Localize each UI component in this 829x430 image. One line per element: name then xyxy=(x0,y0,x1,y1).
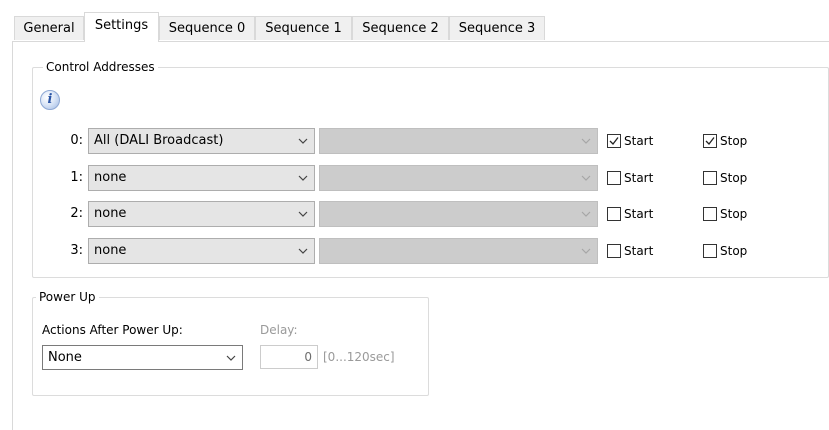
row-2-start-checkbox[interactable] xyxy=(607,207,621,221)
chevron-down-icon xyxy=(298,175,308,181)
row-1-start-checkbox[interactable] xyxy=(607,171,621,185)
delay-range-hint: [0...120sec] xyxy=(323,350,395,364)
row-3-address-value: none xyxy=(94,243,127,258)
chevron-down-icon xyxy=(298,211,308,217)
row-0-stop-checkbox[interactable] xyxy=(703,134,717,148)
chevron-down-icon xyxy=(581,175,591,181)
tab-strip: General Settings Sequence 0 Sequence 1 S… xyxy=(0,0,829,42)
tab-settings[interactable]: Settings xyxy=(84,12,159,42)
row-0-start-label: Start xyxy=(624,134,654,148)
row-1-stop-checkbox[interactable] xyxy=(703,171,717,185)
chevron-down-icon xyxy=(298,248,308,254)
row-1-address-value: none xyxy=(94,170,127,185)
tab-sequence-1[interactable]: Sequence 1 xyxy=(255,16,352,40)
row-3-stop-checkbox[interactable] xyxy=(703,244,717,258)
chevron-down-icon xyxy=(226,355,236,361)
chevron-down-icon xyxy=(581,211,591,217)
delay-label: Delay: xyxy=(260,323,298,337)
row-2-stop-label: Stop xyxy=(720,207,748,221)
row-0-address-value: All (DALI Broadcast) xyxy=(94,133,224,148)
checkmark-icon xyxy=(705,137,715,145)
row-1-secondary-select xyxy=(319,165,598,191)
chevron-down-icon xyxy=(581,248,591,254)
row-0-index: 0: xyxy=(70,133,83,148)
power-up-title: Power Up xyxy=(36,290,99,304)
row-2-start-label: Start xyxy=(624,207,654,221)
row-2-address-value: none xyxy=(94,206,127,221)
row-2-secondary-select xyxy=(319,201,598,227)
chevron-down-icon xyxy=(298,138,308,144)
tab-general[interactable]: General xyxy=(14,16,84,40)
row-1-index: 1: xyxy=(70,170,83,185)
row-0-stop-label: Stop xyxy=(720,134,748,148)
chevron-down-icon xyxy=(581,138,591,144)
row-0-address-select[interactable]: All (DALI Broadcast) xyxy=(88,128,315,154)
info-icon[interactable]: i xyxy=(40,90,60,110)
actions-after-power-up-select[interactable]: None xyxy=(42,345,243,370)
tab-sequence-2[interactable]: Sequence 2 xyxy=(352,16,449,40)
row-3-start-checkbox[interactable] xyxy=(607,244,621,258)
tab-sequence-3[interactable]: Sequence 3 xyxy=(449,16,545,40)
row-1-start-label: Start xyxy=(624,171,654,185)
row-2-index: 2: xyxy=(70,206,83,221)
delay-input[interactable]: 0 xyxy=(260,345,318,369)
tab-sequence-0[interactable]: Sequence 0 xyxy=(159,16,255,40)
row-1-stop-label: Stop xyxy=(720,171,748,185)
row-3-address-select[interactable]: none xyxy=(88,238,315,264)
row-1-address-select[interactable]: none xyxy=(88,165,315,191)
control-addresses-title: Control Addresses xyxy=(43,60,158,74)
row-0-secondary-select xyxy=(319,128,598,154)
actions-after-power-up-label: Actions After Power Up: xyxy=(42,323,183,337)
row-0-start-checkbox[interactable] xyxy=(607,134,621,148)
actions-after-power-up-value: None xyxy=(48,350,82,365)
row-3-start-label: Start xyxy=(624,244,654,258)
row-3-index: 3: xyxy=(70,243,83,258)
row-2-address-select[interactable]: none xyxy=(88,201,315,227)
row-3-secondary-select xyxy=(319,238,598,264)
row-3-stop-label: Stop xyxy=(720,244,748,258)
checkmark-icon xyxy=(609,137,619,145)
row-2-stop-checkbox[interactable] xyxy=(703,207,717,221)
